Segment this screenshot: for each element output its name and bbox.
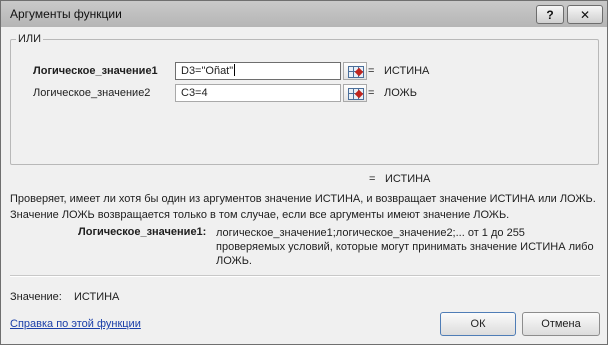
arg2-result: ЛОЖЬ xyxy=(384,87,417,99)
text-caret xyxy=(234,64,236,76)
question-icon: ? xyxy=(546,7,554,22)
dialog-title: Аргументы функции xyxy=(10,7,122,21)
arg-help-label: Логическое_значение1: xyxy=(78,226,207,238)
title-bar[interactable]: Аргументы функции ? ✕ xyxy=(1,1,607,27)
arg1-input[interactable]: D3="Oñat" xyxy=(175,62,341,80)
cancel-button[interactable]: Отмена xyxy=(522,312,600,336)
close-icon: ✕ xyxy=(579,7,591,22)
arg1-equals: = xyxy=(368,65,375,77)
arg-help-text: логическое_значение1;логическое_значение… xyxy=(216,227,594,267)
arg2-equals: = xyxy=(368,87,375,99)
arg1-value: D3="Oñat" xyxy=(181,65,234,77)
separator xyxy=(10,275,600,277)
help-button[interactable]: ? xyxy=(536,5,564,24)
arg2-collapse-button[interactable] xyxy=(343,84,367,102)
ok-button[interactable]: ОК xyxy=(440,312,516,336)
function-description: Проверяет, имеет ли хотя бы один из аргу… xyxy=(10,193,596,221)
arg1-result: ИСТИНА xyxy=(384,65,430,77)
arg2-input[interactable]: C3=4 xyxy=(175,84,341,102)
value-label: Значение: xyxy=(10,291,62,303)
arg2-value: C3=4 xyxy=(181,87,208,99)
close-button[interactable]: ✕ xyxy=(567,5,603,24)
overall-equals: = xyxy=(369,173,376,185)
function-help-link[interactable]: Справка по этой функции xyxy=(10,318,141,330)
formula-value: ИСТИНА xyxy=(74,291,120,303)
function-arguments-dialog: Аргументы функции ? ✕ ИЛИ Логическое_зна… xyxy=(0,0,608,345)
function-group: ИЛИ Логическое_значение1 D3="Oñat" = ИСТ… xyxy=(10,33,599,165)
arg1-collapse-button[interactable] xyxy=(343,62,367,80)
arg1-label: Логическое_значение1 xyxy=(33,65,158,77)
arg2-label: Логическое_значение2 xyxy=(33,87,151,99)
overall-result: ИСТИНА xyxy=(385,173,431,185)
function-name: ИЛИ xyxy=(18,33,42,45)
dialog-body: ИЛИ Логическое_значение1 D3="Oñat" = ИСТ… xyxy=(2,27,606,343)
